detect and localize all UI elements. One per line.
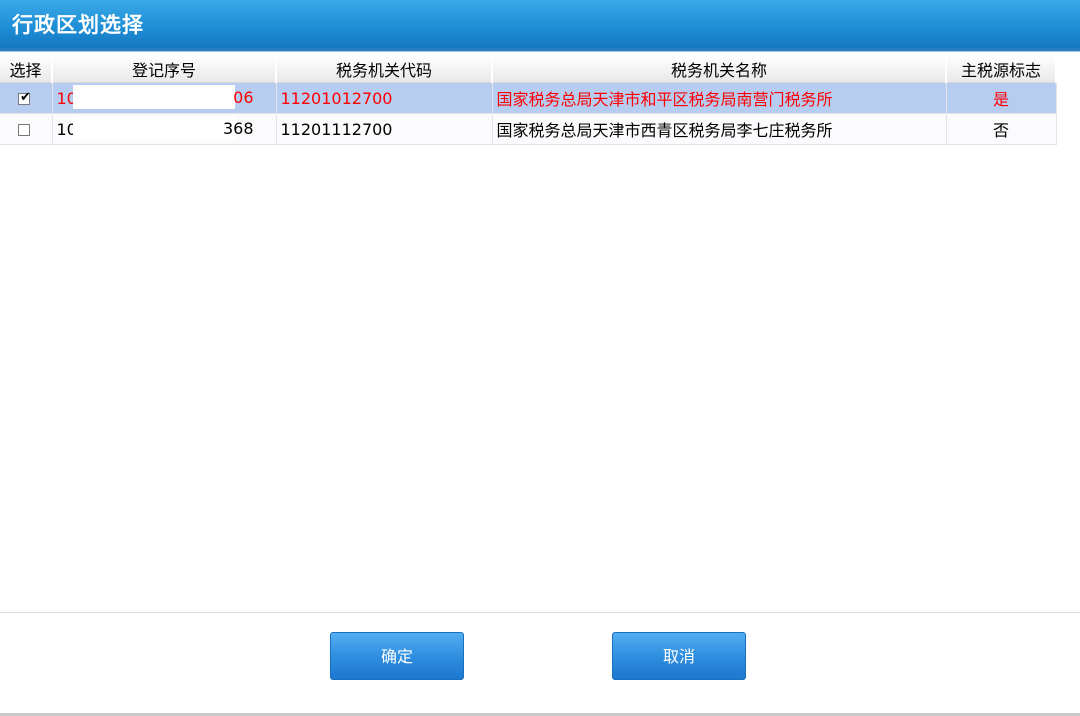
office-code-cell: 11201112700 bbox=[276, 113, 493, 145]
select-cell[interactable]: ✔ bbox=[0, 82, 53, 114]
table-row[interactable]: 10 368 11201112700 国家税务总局天津市西青区税务局李七庄税务所… bbox=[0, 113, 1057, 145]
office-name-cell: 国家税务总局天津市和平区税务局南营门税务所 bbox=[492, 82, 947, 114]
redaction-mask bbox=[72, 116, 235, 140]
redaction-mask bbox=[72, 85, 235, 109]
reg-no-suffix: 368 bbox=[222, 119, 254, 138]
header-office-name[interactable]: 税务机关名称 bbox=[492, 55, 947, 83]
checkmark-icon: ✔ bbox=[20, 90, 31, 105]
row-checkbox[interactable] bbox=[18, 124, 30, 136]
header-office-code[interactable]: 税务机关代码 bbox=[276, 55, 493, 83]
reg-no-cell: 10 06 bbox=[52, 82, 277, 114]
header-main-flag[interactable]: 主税源标志 bbox=[946, 55, 1057, 83]
row-checkbox[interactable]: ✔ bbox=[18, 90, 31, 105]
reg-no-cell: 10 368 bbox=[52, 113, 277, 145]
header-select[interactable]: 选择 bbox=[0, 55, 53, 83]
window-title: 行政区划选择 bbox=[12, 13, 144, 37]
title-bar: 行政区划选择 bbox=[0, 0, 1080, 48]
reg-no-suffix: 06 bbox=[233, 88, 254, 107]
office-name-cell: 国家税务总局天津市西青区税务局李七庄税务所 bbox=[492, 113, 947, 145]
table-row[interactable]: ✔ 10 06 11201012700 国家税务总局天津市和平区税务局南营门税务… bbox=[0, 82, 1057, 114]
office-code-cell: 11201012700 bbox=[276, 82, 493, 114]
confirm-button[interactable]: 确定 bbox=[330, 632, 464, 680]
cancel-button[interactable]: 取消 bbox=[612, 632, 746, 680]
footer-divider bbox=[0, 612, 1080, 613]
header-reg-no[interactable]: 登记序号 bbox=[52, 55, 277, 83]
title-divider-light bbox=[0, 51, 1080, 52]
table-header-row: 选择 登记序号 税务机关代码 税务机关名称 主税源标志 bbox=[0, 55, 1057, 83]
select-cell[interactable] bbox=[0, 113, 53, 145]
main-flag-cell: 否 bbox=[946, 113, 1057, 145]
main-flag-cell: 是 bbox=[946, 82, 1057, 114]
tax-office-table: 选择 登记序号 税务机关代码 税务机关名称 主税源标志 ✔ 10 06 1120… bbox=[0, 55, 1057, 145]
